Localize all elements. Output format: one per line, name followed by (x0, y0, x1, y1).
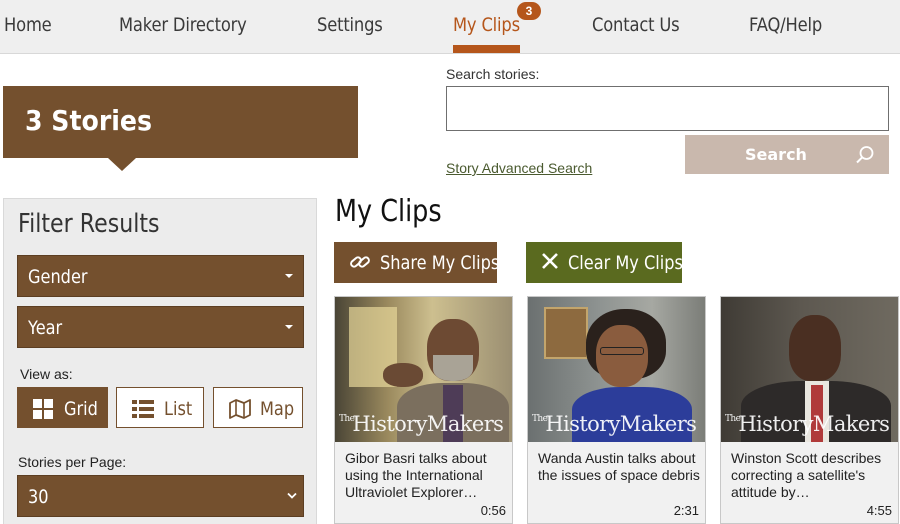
year-select[interactable]: Year (17, 306, 304, 348)
advanced-search-link[interactable]: Story Advanced Search (446, 160, 592, 176)
clip-caption: Gibor Basri talks about using the Intern… (345, 450, 487, 500)
view-grid-button[interactable]: Grid (17, 387, 108, 428)
clip-card[interactable]: TheHistoryMakers Wanda Austin talks abou… (527, 296, 706, 524)
caret-down-icon (285, 325, 293, 329)
stories-per-page-select[interactable]: 30 (17, 475, 304, 517)
video-thumbnail: TheHistoryMakers (335, 297, 512, 442)
stories-per-page-label: Stories per Page: (18, 454, 127, 470)
stories-count-label: 3 Stories (25, 104, 152, 137)
year-select-label: Year (28, 317, 63, 339)
clip-duration: 4:55 (866, 503, 892, 518)
filter-panel: Filter Results Gender Year View as: Grid… (3, 198, 317, 524)
historymakers-watermark: TheHistoryMakers (532, 412, 697, 436)
view-as-label: View as: (20, 366, 73, 382)
active-tab-indicator (453, 45, 520, 53)
historymakers-watermark: TheHistoryMakers (339, 412, 504, 436)
filter-title: Filter Results (18, 209, 160, 239)
my-clips-count-badge: 3 (517, 2, 541, 20)
close-icon (542, 253, 558, 269)
search-button-label: Search (745, 145, 807, 164)
video-thumbnail: TheHistoryMakers (528, 297, 705, 442)
caret-down-icon (285, 274, 293, 278)
clear-my-clips-button[interactable]: Clear My Clips (526, 242, 683, 283)
clip-card[interactable]: TheHistoryMakers Winston Scott describes… (720, 296, 899, 524)
view-map-button[interactable]: Map (213, 387, 303, 428)
search-input[interactable] (446, 86, 889, 131)
gender-select[interactable]: Gender (17, 255, 304, 297)
video-thumbnail: TheHistoryMakers (721, 297, 898, 442)
grid-icon (33, 399, 53, 419)
historymakers-watermark: TheHistoryMakers (725, 412, 890, 436)
stories-count-banner: 3 Stories (3, 86, 358, 158)
clip-caption: Wanda Austin talks about the issues of s… (538, 450, 700, 483)
nav-faq-help[interactable]: FAQ/Help (749, 14, 822, 36)
search-button[interactable]: Search (685, 135, 889, 174)
nav-my-clips[interactable]: My Clips (453, 14, 520, 36)
view-list-button[interactable]: List (116, 387, 204, 428)
map-icon (229, 399, 251, 419)
nav-home[interactable]: Home (4, 14, 52, 36)
my-clips-heading: My Clips (335, 194, 442, 229)
chevron-down-icon (287, 492, 297, 499)
share-my-clips-button[interactable]: Share My Clips (334, 242, 500, 283)
search-label: Search stories: (446, 66, 540, 82)
clip-duration: 0:56 (480, 503, 506, 518)
view-list-label: List (164, 398, 193, 420)
clip-duration: 2:31 (673, 503, 699, 518)
view-map-label: Map (260, 398, 295, 420)
top-nav: Home Maker Directory Settings My Clips 3… (0, 0, 900, 54)
list-icon (132, 400, 154, 418)
nav-maker-directory[interactable]: Maker Directory (119, 14, 247, 36)
stories-per-page-value: 30 (28, 486, 49, 508)
banner-pointer (108, 158, 136, 171)
clip-caption: Winston Scott describes correcting a sat… (731, 450, 882, 500)
nav-settings[interactable]: Settings (317, 14, 383, 36)
gender-select-label: Gender (28, 266, 88, 288)
nav-contact-us[interactable]: Contact Us (592, 14, 680, 36)
clip-card[interactable]: TheHistoryMakers Gibor Basri talks about… (334, 296, 513, 524)
link-icon (350, 256, 370, 268)
clear-my-clips-label: Clear My Clips (568, 252, 683, 274)
share-my-clips-label: Share My Clips (380, 252, 500, 274)
view-grid-label: Grid (64, 398, 98, 420)
search-icon (856, 146, 874, 164)
